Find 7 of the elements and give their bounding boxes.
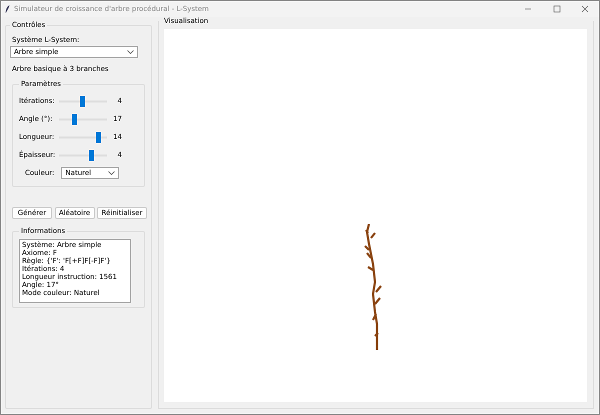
slider-thumb[interactable] — [72, 114, 77, 124]
feather-icon — [5, 5, 10, 13]
chevron-icon — [108, 171, 116, 175]
slider-thumb[interactable] — [96, 132, 101, 142]
slider-thumb[interactable] — [80, 96, 85, 106]
chevron-icon — [127, 50, 134, 54]
slider-thumb[interactable] — [89, 150, 94, 160]
